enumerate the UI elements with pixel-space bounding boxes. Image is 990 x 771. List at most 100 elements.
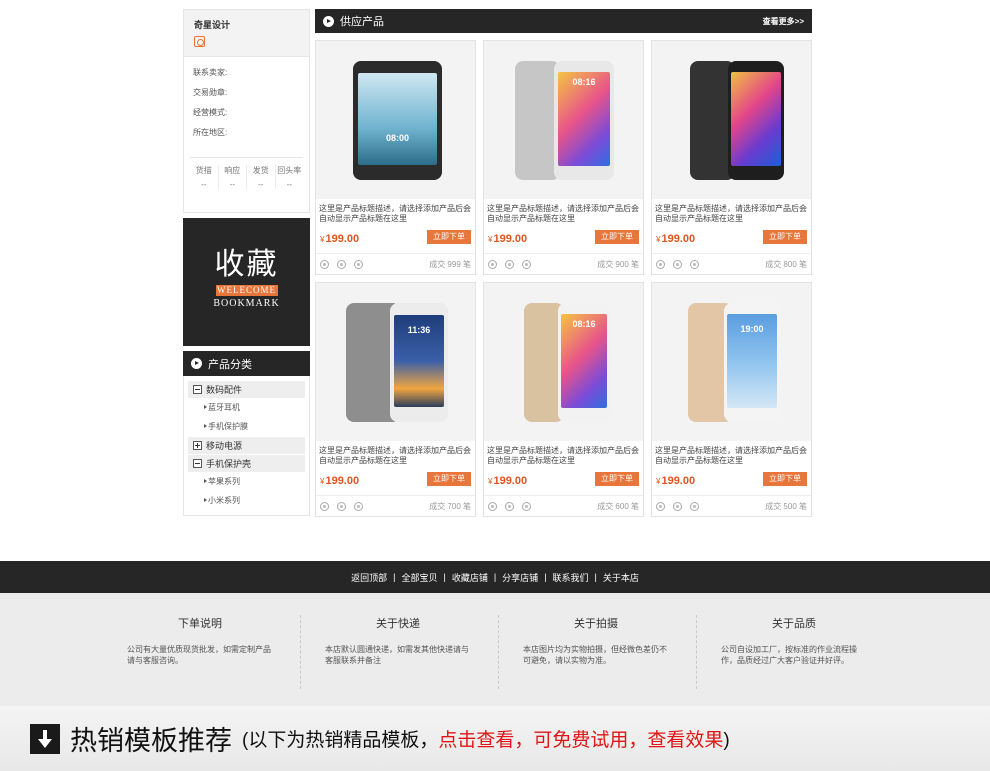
- compare-icon[interactable]: [354, 502, 363, 511]
- category-item-apple-series[interactable]: 苹果系列: [188, 472, 305, 491]
- product-grid: 08:00 这里是产品标题描述，请选择添加产品后会自动显示产品标题在这里 ¥19…: [315, 40, 812, 517]
- compare-icon[interactable]: [690, 502, 699, 511]
- sales-count: 成交 600 笔: [597, 502, 639, 511]
- banner-title: 热销模板推荐: [70, 726, 232, 756]
- product-description[interactable]: 这里是产品标题描述，请选择添加产品后会自动显示产品标题在这里: [319, 446, 474, 466]
- shop-badge-icon: [194, 36, 205, 47]
- product-card[interactable]: 08:16 这里是产品标题描述，请选择添加产品后会自动显示产品标题在这里 ¥19…: [483, 282, 644, 517]
- favorite-icon[interactable]: [488, 260, 497, 269]
- sales-count: 成交 999 笔: [429, 260, 471, 269]
- product-price: ¥199.00: [320, 233, 360, 245]
- product-card[interactable]: 08:16 这里是产品标题描述，请选择添加产品后会自动显示产品标题在这里 ¥19…: [483, 40, 644, 275]
- product-image[interactable]: 11:36: [316, 283, 475, 441]
- category-item-bluetooth-earphones[interactable]: 蓝牙耳机: [188, 398, 305, 417]
- banner-subtitle: (以下为热销精品模板，点击查看，可免费试用，查看效果): [242, 730, 730, 751]
- phone-image: [728, 61, 784, 180]
- product-image[interactable]: [652, 41, 811, 199]
- buy-now-button[interactable]: 立即下单: [763, 472, 807, 486]
- info-business-model: 经营模式:: [193, 108, 228, 117]
- product-price: ¥199.00: [488, 233, 528, 245]
- buy-now-button[interactable]: 立即下单: [427, 230, 471, 244]
- compare-icon[interactable]: [522, 260, 531, 269]
- shop-info-card: 奇星设计 联系卖家: 交易勋章: 经营模式: 所在地区: 货描 -- 响应 -- 发…: [183, 9, 310, 213]
- bookmark-title: 收藏: [214, 247, 279, 282]
- view-more-link[interactable]: 查看更多>>: [763, 16, 804, 27]
- favorite-icon[interactable]: [656, 502, 665, 511]
- category-group-label: 数码配件: [206, 385, 243, 395]
- bookmark-welcome: WELECOME: [215, 285, 278, 296]
- shop-name[interactable]: 奇星设计: [194, 18, 299, 31]
- footer-nav: 返回顶部 | 全部宝贝 | 收藏店铺 | 分享店铺 | 联系我们 | 关于本店: [0, 561, 990, 593]
- compare-icon[interactable]: [354, 260, 363, 269]
- sales-count: 成交 700 笔: [429, 502, 471, 511]
- nav-share-shop[interactable]: 分享店铺: [502, 571, 538, 584]
- play-circle-icon: [191, 358, 202, 369]
- share-icon[interactable]: [337, 502, 346, 511]
- buy-now-button[interactable]: 立即下单: [763, 230, 807, 244]
- category-group-power-bank[interactable]: 移动电源: [188, 437, 305, 454]
- bookmark-banner[interactable]: 收藏 WELECOME BOOKMARK: [183, 218, 310, 346]
- nav-back-to-top[interactable]: 返回顶部: [351, 571, 387, 584]
- favorite-icon[interactable]: [656, 260, 665, 269]
- sales-count: 成交 800 笔: [765, 260, 807, 269]
- play-circle-icon: [323, 15, 334, 27]
- collapse-icon[interactable]: [193, 459, 202, 468]
- category-header: 产品分类: [183, 351, 310, 376]
- info-trade-medal: 交易勋章:: [193, 88, 228, 97]
- hot-templates-banner[interactable]: 热销模板推荐 (以下为热销精品模板，点击查看，可免费试用，查看效果): [0, 706, 990, 771]
- category-group-digital[interactable]: 数码配件: [188, 381, 305, 398]
- compare-icon[interactable]: [522, 502, 531, 511]
- expand-icon[interactable]: [193, 441, 202, 450]
- products-header: 供应产品 查看更多>>: [315, 9, 812, 33]
- share-icon[interactable]: [673, 502, 682, 511]
- favorite-icon[interactable]: [320, 502, 329, 511]
- category-title: 产品分类: [208, 358, 252, 371]
- buy-now-button[interactable]: 立即下单: [427, 472, 471, 486]
- nav-about-shop[interactable]: 关于本店: [603, 571, 639, 584]
- share-icon[interactable]: [505, 502, 514, 511]
- footer-info: 下单说明 公司有大量优质现货批发，如需定制产品请与客服咨询。 关于快递 本店默认…: [0, 593, 990, 706]
- product-description[interactable]: 这里是产品标题描述，请选择添加产品后会自动显示产品标题在这里: [487, 446, 642, 466]
- favorite-icon[interactable]: [320, 260, 329, 269]
- favorite-icon[interactable]: [488, 502, 497, 511]
- nav-contact-us[interactable]: 联系我们: [553, 571, 589, 584]
- product-price: ¥199.00: [320, 475, 360, 487]
- product-image[interactable]: 08:00: [316, 41, 475, 199]
- phone-image: 19:00: [724, 303, 780, 422]
- info-shipping: 关于快递 本店默认圆通快递，如需发其他快递请与客服联系并备注: [325, 618, 469, 665]
- product-description[interactable]: 这里是产品标题描述，请选择添加产品后会自动显示产品标题在这里: [655, 446, 810, 466]
- arrow-down-icon: [30, 723, 60, 754]
- product-card[interactable]: 19:00 这里是产品标题描述，请选择添加产品后会自动显示产品标题在这里 ¥19…: [651, 282, 812, 517]
- nav-all-items[interactable]: 全部宝贝: [401, 571, 437, 584]
- product-price: ¥199.00: [488, 475, 528, 487]
- phone-image: 08:16: [554, 61, 614, 180]
- product-card[interactable]: 这里是产品标题描述，请选择添加产品后会自动显示产品标题在这里 ¥199.00 立…: [651, 40, 812, 275]
- product-description[interactable]: 这里是产品标题描述，请选择添加产品后会自动显示产品标题在这里: [487, 204, 642, 224]
- product-card[interactable]: 11:36 这里是产品标题描述，请选择添加产品后会自动显示产品标题在这里 ¥19…: [315, 282, 476, 517]
- nav-bookmark-shop[interactable]: 收藏店铺: [452, 571, 488, 584]
- product-image[interactable]: 08:16: [484, 283, 643, 441]
- category-group-label: 移动电源: [206, 441, 243, 451]
- category-item-xiaomi-series[interactable]: 小米系列: [188, 491, 305, 510]
- products-title: 供应产品: [340, 16, 384, 28]
- info-location: 所在地区:: [193, 128, 228, 137]
- product-description[interactable]: 这里是产品标题描述，请选择添加产品后会自动显示产品标题在这里: [319, 204, 474, 224]
- product-image[interactable]: 19:00: [652, 283, 811, 441]
- buy-now-button[interactable]: 立即下单: [595, 230, 639, 244]
- collapse-icon[interactable]: [193, 385, 202, 394]
- compare-icon[interactable]: [690, 260, 699, 269]
- category-item-screen-protector[interactable]: 手机保护膜: [188, 417, 305, 436]
- share-icon[interactable]: [505, 260, 514, 269]
- stat-description: 货描 --: [190, 165, 219, 189]
- product-description[interactable]: 这里是产品标题描述，请选择添加产品后会自动显示产品标题在这里: [655, 204, 810, 224]
- product-actions: 成交 500 笔: [652, 495, 811, 517]
- product-image[interactable]: 08:16: [484, 41, 643, 199]
- share-icon[interactable]: [673, 260, 682, 269]
- share-icon[interactable]: [337, 260, 346, 269]
- buy-now-button[interactable]: 立即下单: [595, 472, 639, 486]
- category-group-phone-case[interactable]: 手机保护壳: [188, 455, 305, 472]
- product-price: ¥199.00: [656, 475, 696, 487]
- info-photography: 关于拍摄 本店图片均为实物拍摄，但经微色差仍不可避免，请以实物为准。: [523, 618, 667, 665]
- banner-highlight[interactable]: 点击查看，可免费试用，查看效果: [438, 730, 723, 751]
- product-card[interactable]: 08:00 这里是产品标题描述，请选择添加产品后会自动显示产品标题在这里 ¥19…: [315, 40, 476, 275]
